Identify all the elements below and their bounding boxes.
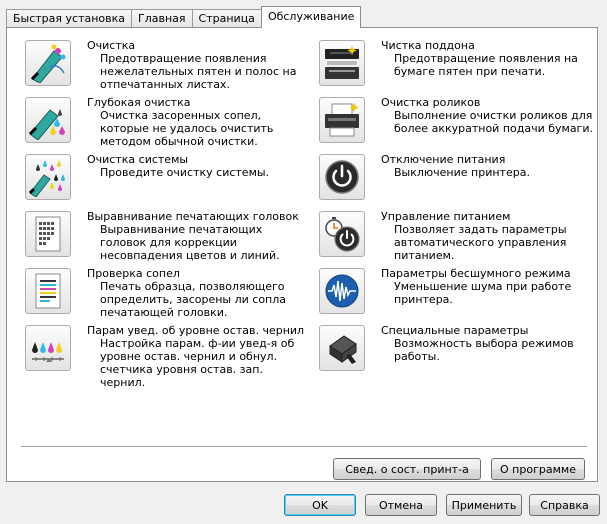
custom-settings-title: Специальные параметры (381, 324, 529, 337)
tab-quick-setup[interactable]: Быстрая установка (6, 9, 133, 28)
head-alignment-item: Выравнивание печатающих головок Выравнив… (25, 209, 299, 262)
power-off-description: Выключение принтера. (394, 166, 530, 179)
cleaning-title: Очистка (87, 39, 136, 52)
deep-cleaning-title: Глубокая очистка (87, 96, 191, 109)
ink-level-settings-title: Парам увед. об уровне остав. чернил (87, 324, 305, 337)
power-off-title: Отключение питания (381, 153, 506, 166)
roller-cleaning-description: Выполнение очистки роликов для более акк… (394, 109, 593, 135)
printer-status-button[interactable]: Свед. о сост. принт-а (333, 458, 481, 480)
custom-settings-icon (329, 335, 357, 364)
nozzle-check-title: Проверка сопел (87, 267, 180, 280)
quiet-mode-icon (325, 274, 359, 308)
roller-cleaning-title: Очистка роликов (381, 96, 481, 109)
system-cleaning-icon (28, 160, 65, 197)
bottom-plate-cleaning-item: Чистка поддона Предотвращение появления … (319, 38, 589, 90)
about-button[interactable]: О программе (491, 458, 585, 480)
apply-button[interactable]: Применить (446, 494, 522, 516)
auto-power-item: Управление питанием Позволяет задать пар… (319, 209, 589, 262)
system-cleaning-button[interactable] (25, 154, 71, 200)
custom-settings-description: Возможность выбора режимов работы. (394, 337, 574, 363)
quiet-mode-title: Параметры бесшумного режима (381, 267, 571, 280)
tab-main[interactable]: Главная (131, 9, 193, 28)
auto-power-button[interactable] (319, 211, 365, 257)
bottom-plate-cleaning-title: Чистка поддона (381, 39, 475, 52)
deep-cleaning-button[interactable] (25, 97, 71, 143)
head-alignment-icon (35, 216, 61, 252)
roller-cleaning-item: Очистка роликов Выполнение очистки ролик… (319, 95, 593, 147)
power-off-item: Отключение питания Выключение принтера. (319, 152, 589, 204)
ok-button[interactable]: OK (284, 494, 356, 516)
roller-cleaning-button[interactable] (319, 97, 365, 143)
deep-cleaning-icon (28, 109, 65, 140)
deep-cleaning-item: Глубокая очистка Очистка засоренных сопе… (25, 95, 295, 148)
ink-level-settings-button[interactable] (25, 325, 71, 371)
system-cleaning-item: Очистка системы Проведите очистку систем… (25, 152, 295, 204)
bottom-plate-cleaning-button[interactable] (319, 40, 365, 86)
power-off-button[interactable] (319, 154, 365, 200)
bottom-plate-cleaning-icon (325, 46, 359, 79)
auto-power-icon (325, 217, 360, 252)
tab-strip: Быстрая установка Главная Страница Обслу… (6, 6, 362, 28)
maintenance-panel: Очистка Предотвращение появления нежелат… (6, 27, 598, 482)
head-alignment-title: Выравнивание печатающих головок (87, 210, 299, 223)
deep-cleaning-description: Очистка засоренных сопел, которые не уда… (100, 109, 274, 148)
tab-page-setup[interactable]: Страница (191, 9, 262, 28)
nozzle-check-icon (35, 273, 61, 309)
custom-settings-button[interactable] (319, 325, 365, 371)
bottom-plate-cleaning-description: Предотвращение появления на бумаге пятен… (394, 52, 578, 78)
system-cleaning-title: Очистка системы (87, 153, 189, 166)
custom-settings-item: Специальные параметры Возможность выбора… (319, 323, 589, 375)
roller-cleaning-icon (325, 103, 359, 137)
system-cleaning-description: Проведите очистку системы. (100, 166, 270, 179)
nozzle-check-item: Проверка сопел Печать образца, позволяющ… (25, 266, 295, 319)
cleaning-description: Предотвращение появления нежелательных п… (100, 52, 297, 91)
power-off-icon (325, 160, 359, 194)
head-alignment-description: Выравнивание печатающих головок для корр… (100, 223, 280, 262)
quiet-mode-button[interactable] (319, 268, 365, 314)
ink-level-settings-item: Парам увед. об уровне остав. чернил Наст… (25, 323, 304, 389)
cancel-button[interactable]: Отмена (365, 494, 437, 516)
auto-power-title: Управление питанием (381, 210, 511, 223)
head-alignment-button[interactable] (25, 211, 71, 257)
panel-separator (21, 446, 587, 448)
tab-maintenance[interactable]: Обслуживание (260, 6, 362, 28)
quiet-mode-description: Уменьшение шума при работе принтера. (394, 280, 572, 306)
cleaning-icon (30, 44, 66, 83)
nozzle-check-description: Печать образца, позволяющего определить,… (100, 280, 287, 319)
auto-power-description: Позволяет задать параметры автоматическо… (394, 223, 567, 262)
nozzle-check-button[interactable] (25, 268, 71, 314)
help-button[interactable]: Справка (529, 494, 600, 516)
cleaning-item: Очистка Предотвращение появления нежелат… (25, 38, 296, 91)
cleaning-button[interactable] (25, 40, 71, 86)
quiet-mode-item: Параметры бесшумного режима Уменьшение ш… (319, 266, 589, 318)
ink-level-settings-description: Настройка парам. ф-ии увед-я об уровне о… (100, 337, 295, 389)
ink-level-settings-icon (32, 342, 64, 362)
